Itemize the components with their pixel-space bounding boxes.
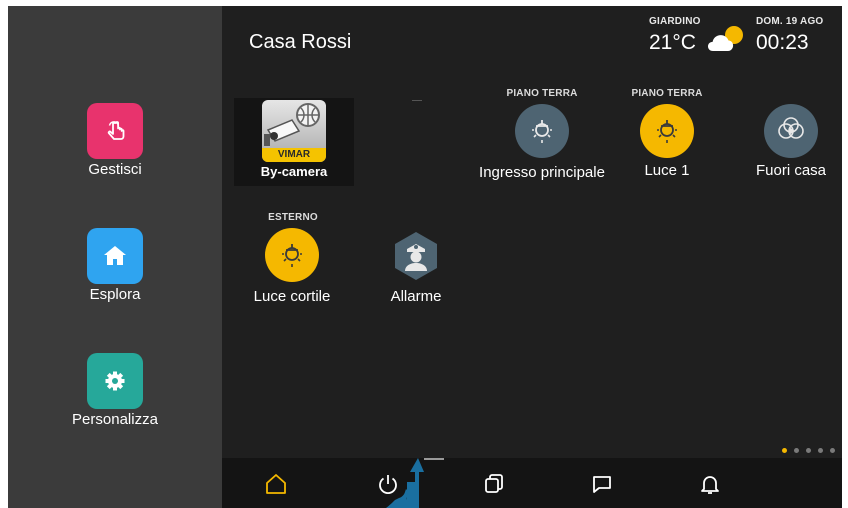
scenario-icon — [778, 117, 804, 139]
touch-hand-icon — [87, 103, 143, 159]
tile-label: Allarme — [390, 288, 442, 305]
sidebar-item-label: Esplora — [89, 286, 141, 303]
tile-allarme[interactable] — [390, 230, 442, 282]
page-dot[interactable] — [830, 448, 835, 453]
page-dot[interactable] — [794, 448, 799, 453]
home-icon — [87, 228, 143, 284]
tile-label: Ingresso principale — [479, 164, 605, 181]
sidebar-item-gestisci[interactable]: Gestisci — [8, 103, 222, 178]
sidebar: Gestisci Esplora Personalizza — [8, 6, 222, 508]
tile-label: Luce cortile — [253, 288, 331, 305]
tile-label: By-camera — [260, 164, 328, 179]
taskbar — [222, 458, 842, 508]
tile-label: Luce 1 — [644, 162, 690, 179]
date-label: DOM. 19 AGO — [756, 16, 824, 27]
tile-luce-cortile[interactable] — [265, 228, 319, 282]
chat-icon[interactable] — [590, 472, 614, 496]
gear-icon — [87, 353, 143, 409]
alarm-guard-icon — [395, 232, 437, 280]
tile-fuori-casa[interactable] — [764, 104, 818, 158]
sidebar-item-personalizza[interactable]: Personalizza — [8, 353, 222, 428]
sidebar-item-label: Personalizza — [72, 411, 158, 428]
ceiling-lamp-icon — [657, 120, 677, 143]
swipe-up-gesture-icon — [386, 458, 424, 508]
vimar-bycamera-app-icon: VIMAR — [262, 100, 326, 162]
page-title: Casa Rossi — [249, 31, 352, 53]
page-dot-active[interactable] — [782, 448, 787, 453]
tile-by-camera[interactable]: VIMAR By-camera — [234, 98, 354, 186]
weather-location: GIARDINO — [649, 16, 701, 27]
tile-caption: PIANO TERRA — [506, 88, 578, 99]
tile-ingresso-principale[interactable] — [515, 104, 569, 158]
control-panel-screen: Gestisci Esplora Personalizza Casa Rossi… — [8, 6, 842, 508]
bell-icon[interactable] — [698, 472, 722, 496]
page-dot[interactable] — [806, 448, 811, 453]
tile-luce-1[interactable] — [640, 104, 694, 158]
vimar-badge: VIMAR — [277, 149, 311, 160]
partly-cloudy-icon — [707, 22, 749, 54]
ceiling-lamp-icon — [282, 244, 302, 267]
tile-caption: ESTERNO — [268, 212, 318, 223]
page-dot[interactable] — [818, 448, 823, 453]
ceiling-lamp-icon — [532, 120, 552, 143]
home-icon[interactable] — [264, 472, 288, 496]
windows-icon[interactable] — [482, 472, 506, 496]
sidebar-item-label: Gestisci — [88, 161, 142, 178]
tile-label: Fuori casa — [755, 162, 827, 179]
tile-caption: PIANO TERRA — [631, 88, 703, 99]
weather-temperature: 21°C — [649, 31, 696, 54]
clock-time: 00:23 — [756, 31, 809, 54]
divider — [412, 100, 422, 101]
sidebar-item-esplora[interactable]: Esplora — [8, 228, 222, 303]
